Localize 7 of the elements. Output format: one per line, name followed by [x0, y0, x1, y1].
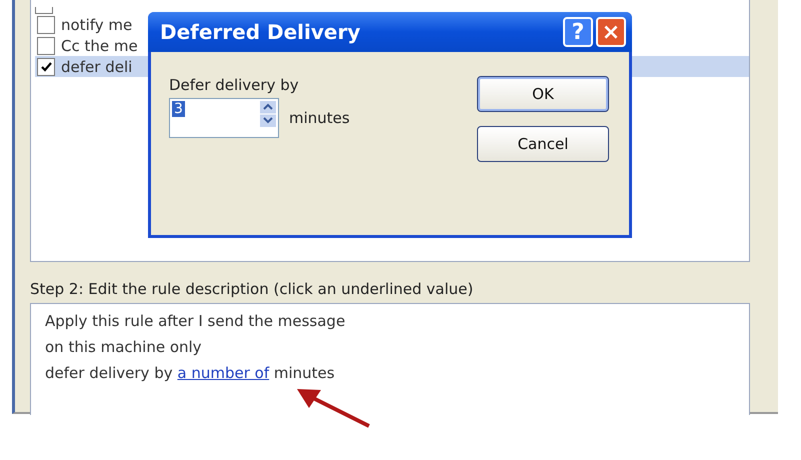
unit-label: minutes [289, 109, 350, 127]
description-line: Apply this rule after I send the message [45, 312, 346, 332]
dialog-title: Deferred Delivery [160, 20, 362, 44]
prompt-label: Defer delivery by [169, 76, 300, 94]
description-line: defer delivery by a number of minutes [45, 364, 336, 384]
description-line: on this machine only [45, 338, 203, 358]
step-label: Step 2: Edit the rule description (click an underlined value) [30, 280, 474, 298]
